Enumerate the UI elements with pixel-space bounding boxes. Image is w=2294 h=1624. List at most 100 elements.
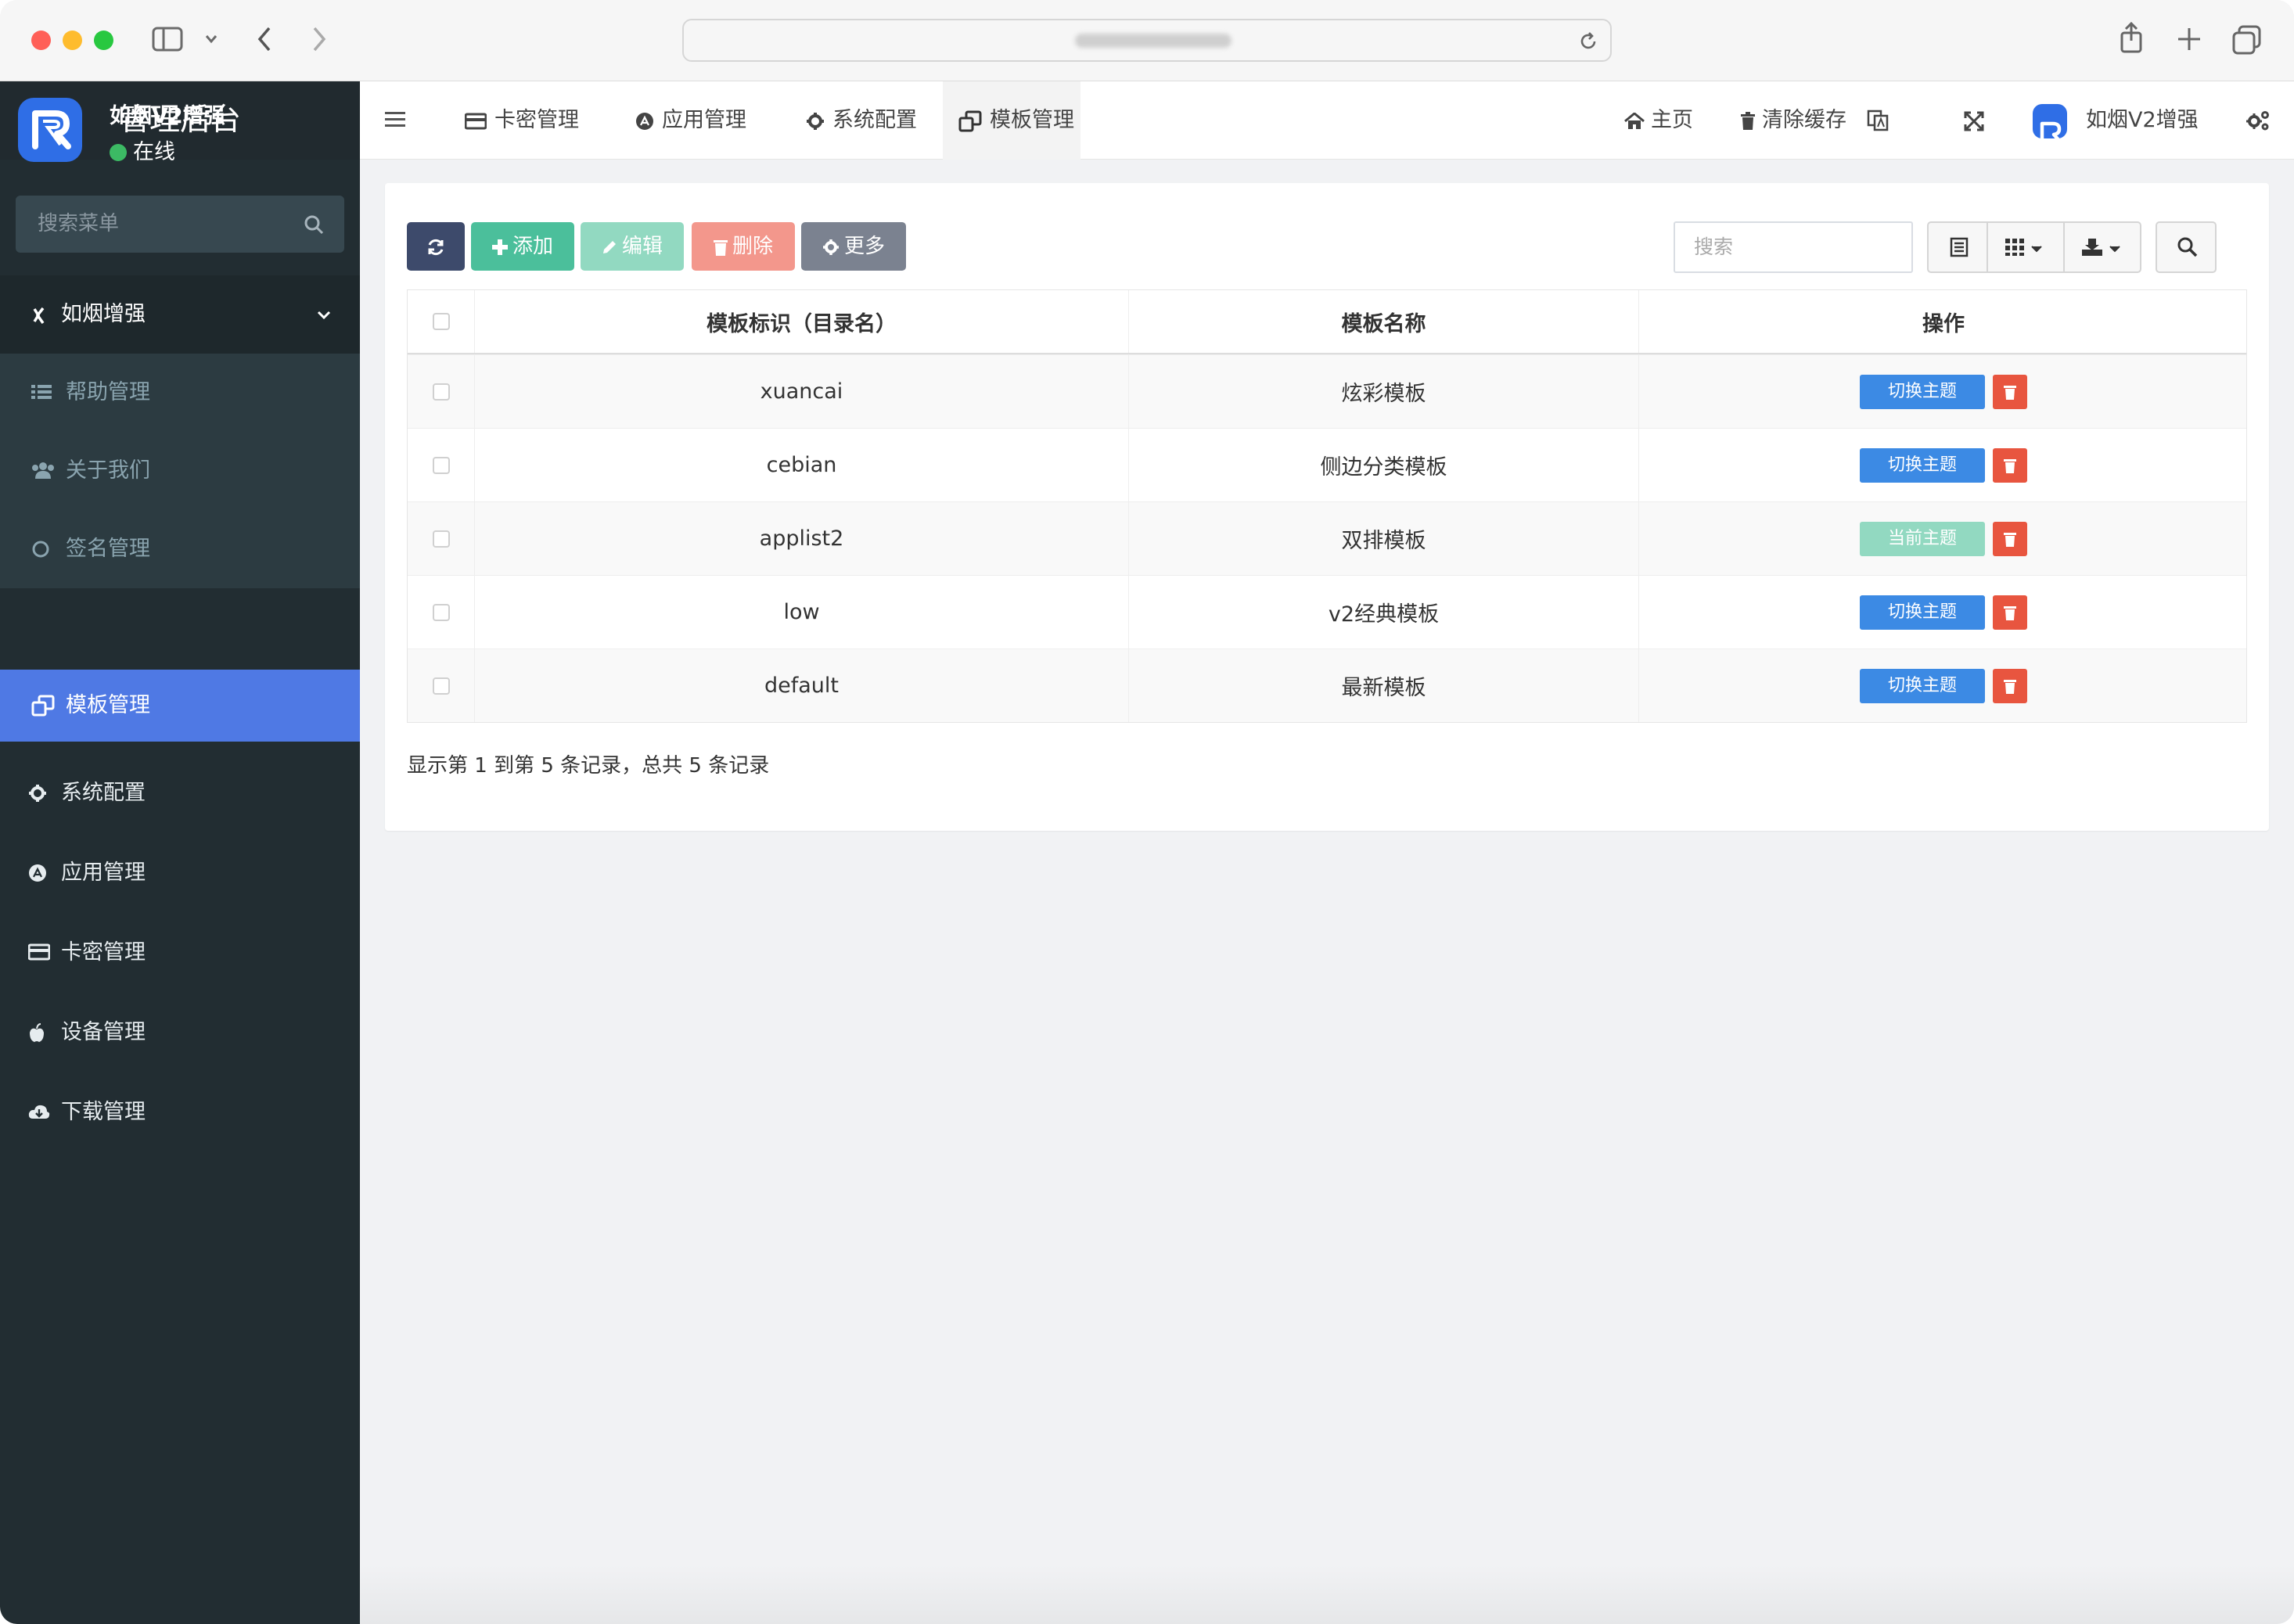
sidebar-item-about[interactable]: 关于我们 [0,432,360,510]
row-delete-button[interactable] [1993,447,2027,483]
sidebar-item-label: 签名管理 [66,537,150,561]
sidebar-item-signature[interactable]: 签名管理 [0,510,360,588]
table-search-placeholder: 搜索 [1694,235,1734,258]
sidebar-item-cards[interactable]: 卡密管理 [0,914,360,992]
toggle-view-button[interactable] [1927,221,1988,273]
sidebar-item-label: 设备管理 [61,1020,146,1044]
user-avatar [2033,103,2067,143]
row-delete-button[interactable] [1993,374,2027,409]
logo-icon [2040,121,2062,143]
switch-theme-button[interactable]: 切换主题 [1860,595,1985,630]
user-menu[interactable]: 如烟V2增强 [2033,81,2199,160]
switch-theme-button[interactable]: 切换主题 [1860,374,1985,409]
clone-icon [958,110,982,131]
row-checkbox[interactable] [432,530,450,548]
close-window-button[interactable] [31,31,51,50]
refresh-button[interactable] [407,222,465,271]
zoom-window-button[interactable] [94,31,113,50]
search-button[interactable] [2156,221,2217,273]
row-delete-button[interactable] [1993,521,2027,556]
sidebar-item-help[interactable]: 帮助管理 [0,354,360,432]
row-checkbox[interactable] [432,677,450,695]
tab-apps[interactable]: 应用管理 [626,81,756,160]
chevron-down-icon[interactable] [203,33,219,45]
logo-icon [32,110,71,149]
top-navbar: 卡密管理 应用管理 系统配置 模板管理 主页 清除缓存 如烟V2增强 [360,81,2294,160]
sidebar-item-label: 关于我们 [66,458,150,483]
sidebar-group-label: 如烟增强 [61,302,146,326]
language-icon[interactable] [1867,110,1889,131]
home-link[interactable]: 主页 [1624,81,1693,160]
sidebar-toggle-icon[interactable] [152,27,183,52]
tab-label: 应用管理 [662,108,746,132]
gear-icon [29,785,46,802]
chevron-down-icon [317,311,331,320]
sidebar-item-apps[interactable]: 应用管理 [0,834,360,912]
blurred-url [1075,34,1231,48]
trash-icon [713,239,728,256]
switch-theme-button[interactable]: 切换主题 [1860,447,1985,483]
select-all-checkbox[interactable] [432,313,450,330]
template-id: cebian [475,429,1129,501]
row-checkbox[interactable] [432,456,450,474]
template-name: v2经典模板 [1129,576,1639,649]
tab-overview-icon[interactable] [2231,23,2263,55]
sidebar-group-ruyan[interactable]: 如烟增强 [0,275,360,354]
new-tab-icon[interactable] [2175,25,2203,53]
search-icon [2177,237,2198,257]
sidebar-item-label: 下载管理 [61,1100,146,1124]
row-checkbox[interactable] [432,383,450,401]
row-checkbox-cell [408,502,475,575]
row-checkbox-cell [408,429,475,501]
navbar-user-name: 如烟V2增强 [2086,108,2199,132]
sidebar-item-templates[interactable]: 模板管理 [0,670,360,742]
back-icon[interactable] [255,25,274,53]
tab-system-config[interactable]: 系统配置 [796,81,926,160]
switch-theme-button[interactable]: 切换主题 [1860,668,1985,703]
edit-button[interactable]: 编辑 [581,222,684,271]
sidebar-item-devices[interactable]: 设备管理 [0,993,360,1072]
sidebar-item-system-config[interactable]: 系统配置 [0,754,360,832]
template-name: 双排模板 [1129,502,1639,575]
template-id: xuancai [475,355,1129,428]
address-bar[interactable] [682,19,1612,62]
delete-button[interactable]: 删除 [692,222,795,271]
sidebar-search-input[interactable]: 搜索菜单 [16,196,344,253]
search-icon[interactable] [304,214,324,235]
tab-templates[interactable]: 模板管理 [943,81,1080,160]
table-search-input[interactable]: 搜索 [1674,221,1913,273]
add-button[interactable]: 添加 [471,222,574,271]
table-row: applist2 双排模板 当前主题 [408,501,2246,575]
clear-cache-label: 清除缓存 [1762,108,1846,132]
column-header-id[interactable]: 模板标识（目录名） [475,290,1129,353]
hamburger-menu-icon[interactable] [385,111,405,128]
column-header-name[interactable]: 模板名称 [1129,290,1639,353]
action-cell: 切换主题 [1639,429,2248,501]
tab-cards[interactable]: 卡密管理 [455,81,588,160]
more-button[interactable]: 更多 [801,222,906,271]
user-status-label: 在线 [133,140,175,164]
row-checkbox[interactable] [432,603,450,621]
sidebar-item-label: 卡密管理 [61,940,146,965]
apple-icon [30,1023,44,1042]
home-label: 主页 [1651,108,1693,132]
settings-cogs-icon[interactable] [2245,110,2271,131]
app-store-icon [29,864,46,882]
row-delete-button[interactable] [1993,595,2027,630]
list-icon [31,385,52,399]
sidebar-item-downloads[interactable]: 下载管理 [0,1073,360,1152]
row-delete-button[interactable] [1993,668,2027,703]
template-id: applist2 [475,502,1129,575]
reload-icon[interactable] [1577,31,1599,52]
more-label: 更多 [843,235,885,258]
clear-cache-button[interactable]: 清除缓存 [1740,81,1846,160]
sidebar-item-label: 应用管理 [61,861,146,885]
share-icon[interactable] [2117,20,2145,55]
fullscreen-icon[interactable] [1964,111,1984,131]
export-dropdown-button[interactable] [2063,221,2141,273]
edit-label: 编辑 [621,235,663,258]
minimize-window-button[interactable] [63,31,82,50]
trash-icon [2004,679,2016,694]
forward-icon[interactable] [310,25,329,53]
columns-dropdown-button[interactable] [1987,221,2065,273]
